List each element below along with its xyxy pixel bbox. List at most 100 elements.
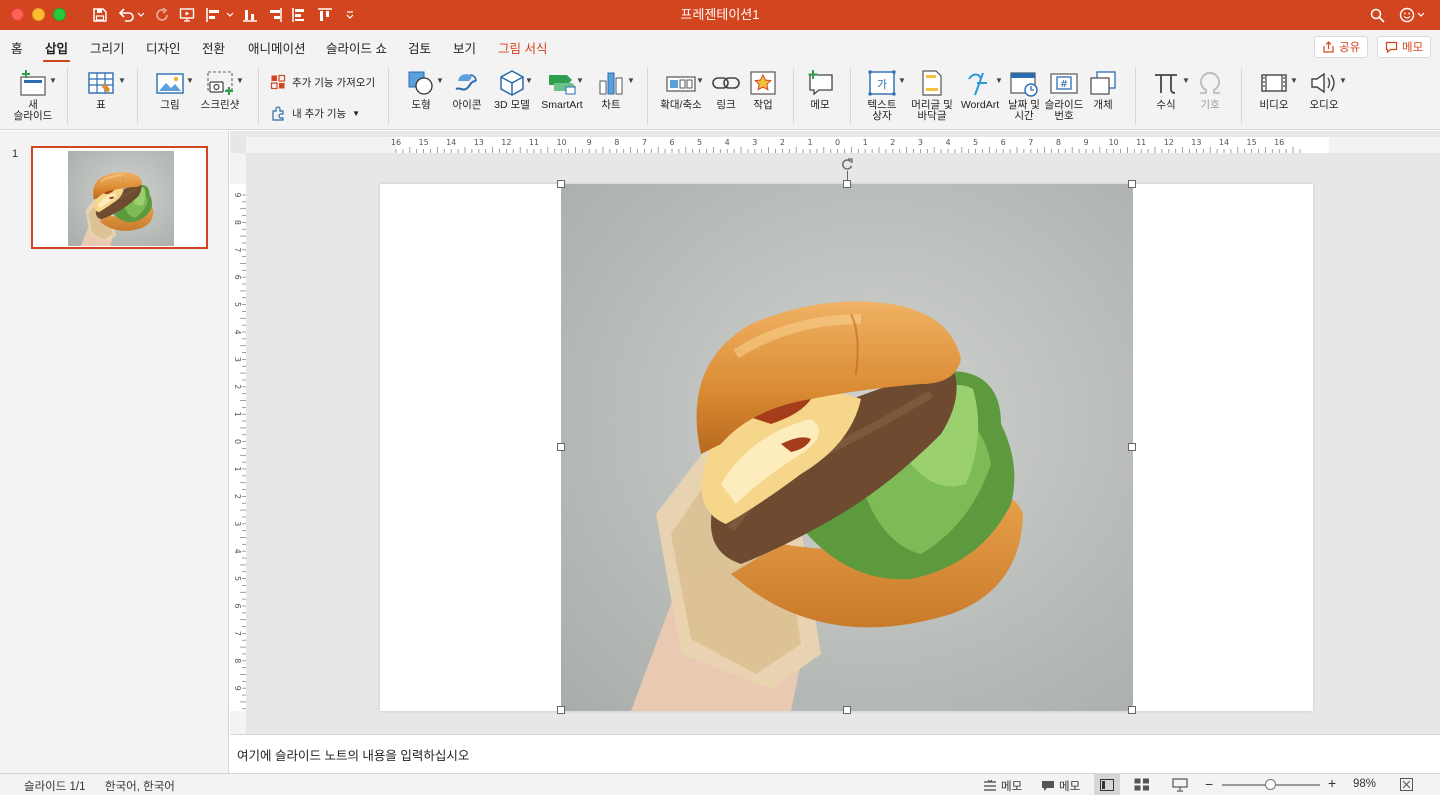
link-button[interactable]: 링크 — [708, 66, 744, 111]
comments-button[interactable]: 메모 — [1377, 36, 1432, 58]
resize-handle-top[interactable] — [843, 180, 851, 188]
equation-button[interactable]: 수식 — [1146, 66, 1186, 111]
search-icon[interactable] — [1368, 5, 1386, 25]
object-button[interactable]: 개체 — [1086, 66, 1120, 111]
audio-button[interactable]: 오디오 — [1304, 66, 1344, 111]
ruler-tick-label: 4 — [725, 138, 730, 147]
video-chevron-icon[interactable]: ▼ — [1290, 76, 1298, 85]
slide-number-button[interactable]: # 슬라이드 번호 — [1044, 66, 1084, 122]
tab-draw[interactable]: 그리기 — [90, 38, 125, 57]
align-left-icon[interactable] — [204, 5, 236, 25]
chart-icon — [597, 66, 625, 100]
audio-chevron-icon[interactable]: ▼ — [1339, 76, 1347, 85]
chart-chevron-icon[interactable]: ▼ — [627, 76, 635, 85]
resize-handle-right[interactable] — [1128, 443, 1136, 451]
screenshot-chevron-icon[interactable]: ▼ — [236, 76, 244, 85]
new-slide-button[interactable]: 새 슬라이드 — [10, 66, 56, 122]
slide-sorter-view-button[interactable] — [1134, 778, 1150, 794]
date-time-button[interactable]: 날짜 및 시간 — [1004, 66, 1044, 122]
action-button[interactable]: 작업 — [746, 66, 780, 111]
zoom-slider[interactable] — [1222, 779, 1320, 790]
align-top-icon[interactable] — [315, 5, 335, 25]
resize-handle-left[interactable] — [557, 443, 565, 451]
normal-view-button[interactable] — [1094, 774, 1120, 795]
textbox-chevron-icon[interactable]: ▼ — [898, 76, 906, 85]
smartart-button[interactable]: SmartArt — [536, 66, 588, 111]
rotate-handle-icon[interactable] — [840, 157, 854, 171]
tab-transitions[interactable]: 전환 — [202, 38, 225, 57]
ruler-tick-label: 6 — [669, 138, 674, 147]
zoom-percentage[interactable]: 98% — [1353, 778, 1376, 790]
3d-model-button[interactable]: 3D 모델 — [490, 66, 534, 111]
distribute-horizontal-icon[interactable] — [289, 5, 309, 25]
resize-handle-bottom[interactable] — [843, 706, 851, 714]
icons-button[interactable]: 아이콘 — [448, 66, 486, 111]
chart-label: 차트 — [601, 99, 621, 111]
zoom-button[interactable]: 확대/축소 — [658, 66, 704, 111]
presenter-view-button[interactable] — [1172, 778, 1188, 795]
ruler-tick-label: 3 — [233, 357, 242, 362]
undo-icon[interactable] — [116, 5, 146, 25]
comments-toggle-button[interactable]: 메모 — [1041, 778, 1080, 794]
shapes-button[interactable]: 도형 — [400, 66, 442, 111]
tab-picture-format[interactable]: 그림 서식 — [498, 38, 547, 57]
feedback-smiley-icon[interactable] — [1398, 5, 1428, 25]
wordart-chevron-icon[interactable]: ▼ — [995, 76, 1003, 85]
textbox-button[interactable]: 가 텍스트 상자 — [860, 66, 904, 122]
resize-handle-bottom-right[interactable] — [1128, 706, 1136, 714]
language-indicator[interactable]: 한국어, 한국어 — [105, 778, 175, 794]
resize-handle-bottom-left[interactable] — [557, 706, 565, 714]
tab-review[interactable]: 검토 — [408, 38, 431, 57]
header-footer-button[interactable]: 머리글 및 바닥글 — [908, 66, 956, 122]
chart-button[interactable]: 차트 — [592, 66, 630, 111]
window-zoom-button[interactable] — [53, 8, 66, 21]
start-slideshow-icon[interactable] — [178, 5, 196, 25]
ruler-tick-label: 6 — [233, 275, 242, 280]
fit-to-window-button[interactable] — [1400, 778, 1413, 794]
resize-handle-top-right[interactable] — [1128, 180, 1136, 188]
redo-icon[interactable] — [152, 5, 172, 25]
my-addins-button[interactable]: 내 추가 기능 ▼ — [270, 105, 360, 121]
ruler-tick-label: 0 — [233, 439, 242, 444]
get-addins-button[interactable]: 추가 기능 가져오기 — [270, 74, 375, 90]
zoom-out-button[interactable]: − — [1205, 776, 1213, 792]
tab-animations[interactable]: 애니메이션 — [248, 38, 306, 57]
tab-slideshow[interactable]: 슬라이드 쇼 — [326, 38, 387, 57]
zoom-slider-thumb[interactable] — [1264, 779, 1276, 790]
ruler-tick-label: 9 — [233, 192, 242, 197]
share-button[interactable]: 공유 — [1314, 36, 1369, 58]
tab-view[interactable]: 보기 — [453, 38, 476, 57]
customize-toolbar-chevron-icon[interactable] — [343, 5, 357, 25]
new-slide-chevron-icon[interactable]: ▼ — [49, 76, 57, 85]
shapes-chevron-icon[interactable]: ▼ — [436, 76, 444, 85]
table-button[interactable]: 표 — [80, 66, 122, 111]
screenshot-button[interactable]: 스크린샷 — [198, 66, 242, 111]
resize-handle-top-left[interactable] — [557, 180, 565, 188]
notes-toggle-button[interactable]: 메모 — [983, 778, 1022, 794]
table-chevron-icon[interactable]: ▼ — [118, 76, 126, 85]
symbol-button[interactable]: 기호 — [1192, 66, 1228, 111]
ruler-tick-label: 2 — [890, 138, 895, 147]
zoom-chevron-icon[interactable]: ▼ — [696, 76, 704, 85]
equation-chevron-icon[interactable]: ▼ — [1182, 76, 1190, 85]
smartart-chevron-icon[interactable]: ▼ — [576, 76, 584, 85]
zoom-in-button[interactable]: + — [1328, 775, 1336, 791]
tab-insert[interactable]: 삽입 — [42, 38, 71, 63]
picture-button[interactable]: 그림 — [148, 66, 192, 111]
tab-design[interactable]: 디자인 — [146, 38, 181, 57]
picture-chevron-icon[interactable]: ▼ — [186, 76, 194, 85]
align-right-icon[interactable] — [265, 5, 285, 25]
tab-home[interactable]: 홈 — [11, 38, 23, 57]
video-button[interactable]: 비디오 — [1252, 66, 1296, 111]
notes-pane[interactable]: 여기에 슬라이드 노트의 내용을 입력하십시오 — [230, 734, 1440, 773]
wordart-button[interactable]: WordArt — [958, 66, 1002, 111]
slide-thumbnail[interactable] — [31, 146, 208, 249]
window-minimize-button[interactable] — [32, 8, 45, 21]
window-close-button[interactable] — [11, 8, 24, 21]
slide-number-label-line2: 번호 — [1054, 110, 1074, 122]
burger-picture[interactable] — [561, 184, 1133, 711]
distribute-bottom-icon[interactable] — [240, 5, 260, 25]
3d-model-chevron-icon[interactable]: ▼ — [525, 76, 533, 85]
save-icon[interactable] — [90, 5, 110, 25]
new-comment-button[interactable]: 메모 — [802, 66, 838, 111]
